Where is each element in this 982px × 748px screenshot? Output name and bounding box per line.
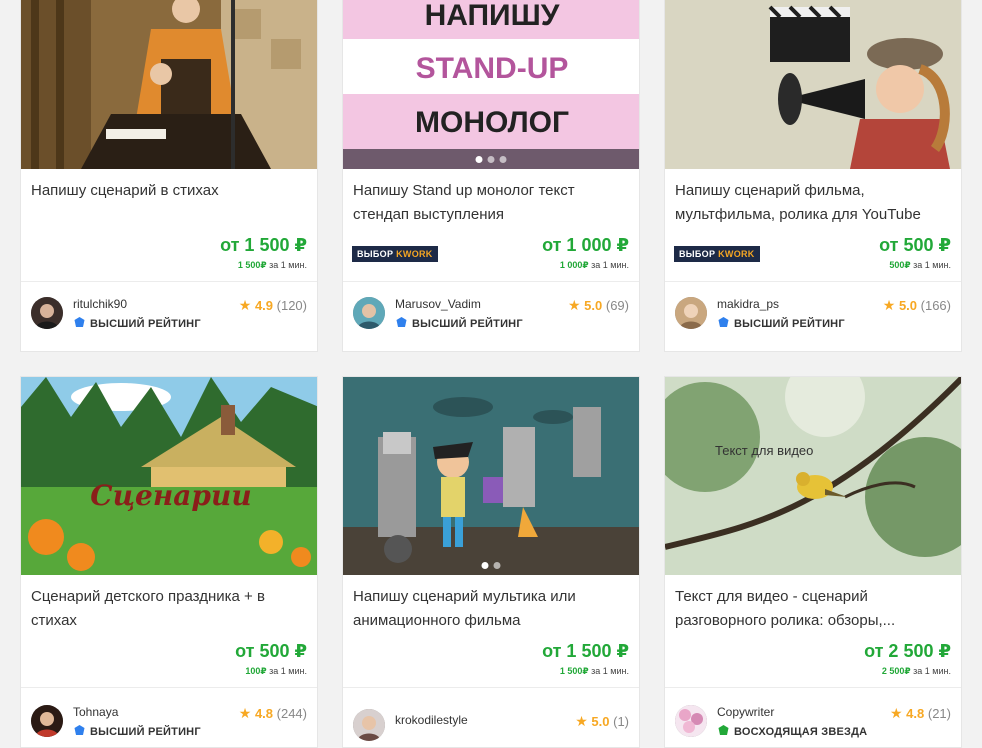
kwork-card[interactable]: Напишу сценарий в стихах от 1 500 ₽ 1 50… bbox=[20, 0, 318, 352]
badge-icon bbox=[74, 317, 85, 327]
card-title[interactable]: Напишу сценарий в стихах bbox=[31, 179, 307, 203]
card-divider bbox=[343, 281, 639, 282]
svg-text:Сценарии: Сценарии bbox=[90, 479, 251, 512]
card-price: от 500 ₽ bbox=[879, 235, 951, 255]
seller-block: krokodilestyle ★ 5.0 (1) bbox=[353, 703, 629, 743]
kwork-choice-badge: ВЫБОР KWORK bbox=[674, 246, 760, 262]
seller-username[interactable]: Marusov_Vadim bbox=[395, 297, 481, 311]
svg-text:МОНОЛОГ: МОНОЛОГ bbox=[415, 106, 569, 139]
avatar[interactable] bbox=[675, 705, 707, 737]
seller-username[interactable]: makidra_ps bbox=[717, 297, 779, 311]
seller-level: ВЫСШИЙ РЕЙТИНГ bbox=[395, 316, 523, 330]
star-icon: ★ bbox=[882, 297, 896, 313]
avatar[interactable] bbox=[353, 709, 385, 741]
seller-level: ВЫСШИЙ РЕЙТИНГ bbox=[73, 724, 201, 738]
card-title[interactable]: Напишу Stand up монолог текст стендап вы… bbox=[353, 179, 629, 227]
seller-username[interactable]: Tohnaya bbox=[73, 705, 118, 719]
kwork-card[interactable]: Напишу сценарий мультика или анимационно… bbox=[342, 376, 640, 748]
card-divider bbox=[343, 687, 639, 688]
card-thumbnail[interactable]: НАПИШУ STAND-UP МОНОЛОГ bbox=[343, 0, 639, 169]
card-price-per-unit: 1 500₽ за 1 мин. bbox=[559, 666, 629, 676]
card-thumbnail[interactable] bbox=[21, 0, 317, 169]
avatar[interactable] bbox=[353, 297, 385, 329]
bird-on-branch-image: Текст для видео bbox=[665, 377, 961, 575]
carousel-dots[interactable] bbox=[481, 562, 501, 569]
card-title[interactable]: Сценарий детского праздника + в стихах bbox=[31, 585, 307, 633]
kwork-card[interactable]: НАПИШУ STAND-UP МОНОЛОГ Напишу Stand up … bbox=[342, 0, 640, 352]
star-icon: ★ bbox=[889, 705, 903, 721]
star-icon: ★ bbox=[567, 297, 581, 313]
seller-block: Tohnaya ВЫСШИЙ РЕЙТИНГ ★ 4.8 (244) bbox=[31, 703, 307, 743]
standup-banner-image: НАПИШУ STAND-UP МОНОЛОГ bbox=[343, 0, 639, 169]
avatar[interactable] bbox=[675, 297, 707, 329]
seller-level: ВОСХОДЯЩАЯ ЗВЕЗДА bbox=[717, 724, 867, 738]
badge-icon bbox=[74, 725, 85, 735]
card-divider bbox=[665, 281, 961, 282]
kwork-card[interactable]: Напишу сценарий фильма, мультфильма, рол… bbox=[664, 0, 962, 352]
seller-rating: ★ 4.8 (244) bbox=[238, 705, 307, 721]
card-price-per-unit: 1 500₽ за 1 мин. bbox=[237, 260, 307, 270]
theater-scene-image bbox=[21, 0, 317, 169]
card-divider bbox=[665, 687, 961, 688]
card-title[interactable]: Напишу сценарий фильма, мультфильма, рол… bbox=[675, 179, 951, 227]
kwork-card[interactable]: Текст для видео Текст для видео - сценар… bbox=[664, 376, 962, 748]
seller-rating: ★ 5.0 (1) bbox=[575, 713, 629, 729]
badge-icon bbox=[718, 725, 729, 735]
card-price: от 1 500 ₽ bbox=[542, 641, 629, 661]
star-icon: ★ bbox=[238, 297, 252, 313]
seller-block: Copywriter ВОСХОДЯЩАЯ ЗВЕЗДА ★ 4.8 (21) bbox=[675, 703, 951, 743]
seller-rating: ★ 4.9 (120) bbox=[238, 297, 307, 313]
avatar[interactable] bbox=[31, 705, 63, 737]
card-title[interactable]: Текст для видео - сценарий разговорного … bbox=[675, 585, 951, 633]
seller-username[interactable]: Copywriter bbox=[717, 705, 774, 719]
seller-block: makidra_ps ВЫСШИЙ РЕЙТИНГ ★ 5.0 (166) bbox=[675, 295, 951, 335]
svg-text:Текст для видео: Текст для видео bbox=[715, 443, 813, 458]
seller-username[interactable]: krokodilestyle bbox=[395, 713, 468, 727]
svg-text:НАПИШУ: НАПИШУ bbox=[425, 0, 560, 32]
card-price-per-unit: 100₽ за 1 мин. bbox=[245, 666, 307, 676]
kwork-listing-grid: Напишу сценарий в стихах от 1 500 ₽ 1 50… bbox=[0, 0, 982, 748]
carousel-dots[interactable] bbox=[475, 156, 507, 163]
seller-username[interactable]: ritulchik90 bbox=[73, 297, 127, 311]
kwork-card[interactable]: Сценарии Сценарий детского праздника + в… bbox=[20, 376, 318, 748]
star-icon: ★ bbox=[575, 713, 588, 729]
avatar[interactable] bbox=[31, 297, 63, 329]
card-thumbnail[interactable]: Текст для видео bbox=[665, 377, 961, 575]
seller-block: Marusov_Vadim ВЫСШИЙ РЕЙТИНГ ★ 5.0 (69) bbox=[353, 295, 629, 335]
card-price: от 1 500 ₽ bbox=[220, 235, 307, 255]
card-divider bbox=[21, 687, 317, 688]
kwork-choice-badge: ВЫБОР KWORK bbox=[352, 246, 438, 262]
card-divider bbox=[21, 281, 317, 282]
star-icon: ★ bbox=[238, 705, 252, 721]
card-price: от 1 000 ₽ bbox=[542, 235, 629, 255]
card-price-per-unit: 500₽ за 1 мин. bbox=[889, 260, 951, 270]
card-thumbnail[interactable]: Сценарии bbox=[21, 377, 317, 575]
seller-level: ВЫСШИЙ РЕЙТИНГ bbox=[717, 316, 845, 330]
svg-text:STAND-UP: STAND-UP bbox=[416, 52, 569, 85]
card-price: от 500 ₽ bbox=[235, 641, 307, 661]
badge-icon bbox=[718, 317, 729, 327]
child-with-megaphone-image bbox=[665, 0, 961, 169]
card-thumbnail[interactable] bbox=[665, 0, 961, 169]
seller-rating: ★ 4.8 (21) bbox=[889, 705, 951, 721]
card-price-per-unit: 1 000₽ за 1 мин. bbox=[559, 260, 629, 270]
seller-level: ВЫСШИЙ РЕЙТИНГ bbox=[73, 316, 201, 330]
seller-rating: ★ 5.0 (69) bbox=[567, 297, 629, 313]
cartoon-robots-image bbox=[343, 377, 639, 575]
card-title[interactable]: Напишу сценарий мультика или анимационно… bbox=[353, 585, 629, 633]
card-price-per-unit: 2 500₽ за 1 мин. bbox=[881, 666, 951, 676]
card-thumbnail[interactable] bbox=[343, 377, 639, 575]
fairytale-house-image: Сценарии bbox=[21, 377, 317, 575]
card-price: от 2 500 ₽ bbox=[864, 641, 951, 661]
seller-block: ritulchik90 ВЫСШИЙ РЕЙТИНГ ★ 4.9 (120) bbox=[31, 295, 307, 335]
seller-rating: ★ 5.0 (166) bbox=[882, 297, 951, 313]
badge-icon bbox=[396, 317, 407, 327]
